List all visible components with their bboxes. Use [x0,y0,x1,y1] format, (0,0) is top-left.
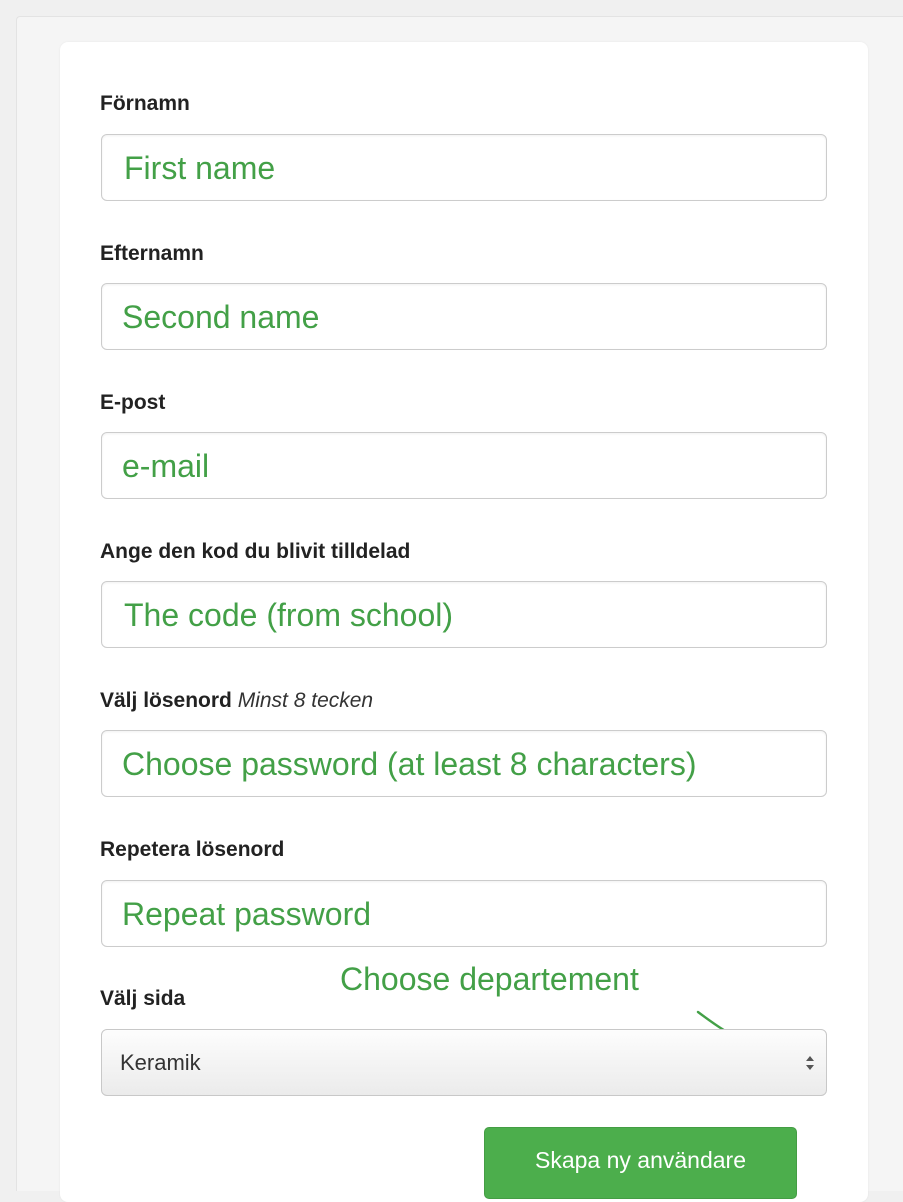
email-label: E-post [100,391,166,414]
department-select[interactable]: Keramik [101,1029,827,1096]
repeat-password-label: Repetera lösenord [100,838,285,861]
repeat-password-input[interactable]: Repeat password [101,880,827,947]
password-label: Välj lösenord Minst 8 tecken [100,689,374,712]
password-input[interactable]: Choose password (at least 8 characters) [101,730,827,797]
first-name-label: Förnamn [100,92,190,115]
password-annotation: Choose password (at least 8 characters) [122,745,697,782]
repeat-password-annotation: Repeat password [122,895,372,932]
code-label: Ange den kod du blivit tilldelad [100,540,411,563]
select-up-down-arrows-icon [806,1055,814,1070]
department-selected-value: Keramik [120,1049,201,1075]
last-name-input[interactable]: Second name [101,283,827,350]
first-name-input[interactable]: First name [101,134,827,201]
password-hint: Minst 8 tecken [237,689,374,712]
code-input[interactable]: The code (from school) [101,581,827,648]
last-name-label: Efternamn [100,242,204,265]
create-user-button[interactable]: Skapa ny användare [484,1127,797,1199]
email-input[interactable]: e-mail [101,432,827,499]
department-annotation: Choose departement [340,961,639,997]
first-name-annotation: First name [124,149,276,186]
code-annotation: The code (from school) [124,596,454,633]
department-label: Välj sida [100,987,186,1010]
last-name-annotation: Second name [122,298,320,335]
email-annotation: e-mail [122,447,210,484]
